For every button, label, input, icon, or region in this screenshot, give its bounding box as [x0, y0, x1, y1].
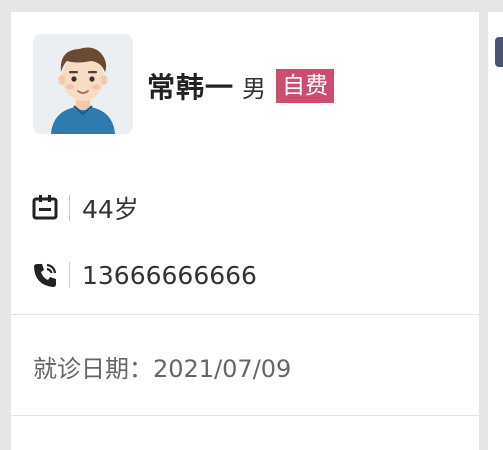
calendar-icon	[32, 195, 58, 220]
patient-phone: 13666666666	[82, 260, 257, 290]
patient-age: 44岁	[82, 195, 139, 224]
age-row: 44岁	[31, 192, 139, 224]
phone-icon	[34, 263, 57, 287]
phone-row: 13666666666	[31, 259, 257, 291]
payment-type-badge: 自费	[276, 69, 335, 103]
patient-avatar	[33, 34, 133, 134]
patient-name: 常韩一	[147, 71, 235, 104]
divider	[11, 314, 479, 315]
age-separator	[69, 195, 70, 221]
visit-date-label: 就诊日期：	[33, 355, 153, 383]
patient-gender: 男	[242, 74, 267, 103]
patient-header: 常韩一 男 自费	[147, 66, 335, 106]
visit-date-row: 就诊日期：2021/07/09	[33, 349, 291, 384]
adjacent-panel-edge	[488, 12, 503, 450]
divider	[11, 415, 479, 416]
patient-card[interactable]: 常韩一 男 自费 44岁 13666666666 就诊日期：2021/07/09	[11, 12, 479, 450]
visit-date-value: 2021/07/09	[153, 355, 292, 383]
adjacent-panel-tab[interactable]	[495, 37, 503, 67]
male-avatar-icon	[33, 34, 133, 134]
phone-separator	[69, 262, 70, 288]
